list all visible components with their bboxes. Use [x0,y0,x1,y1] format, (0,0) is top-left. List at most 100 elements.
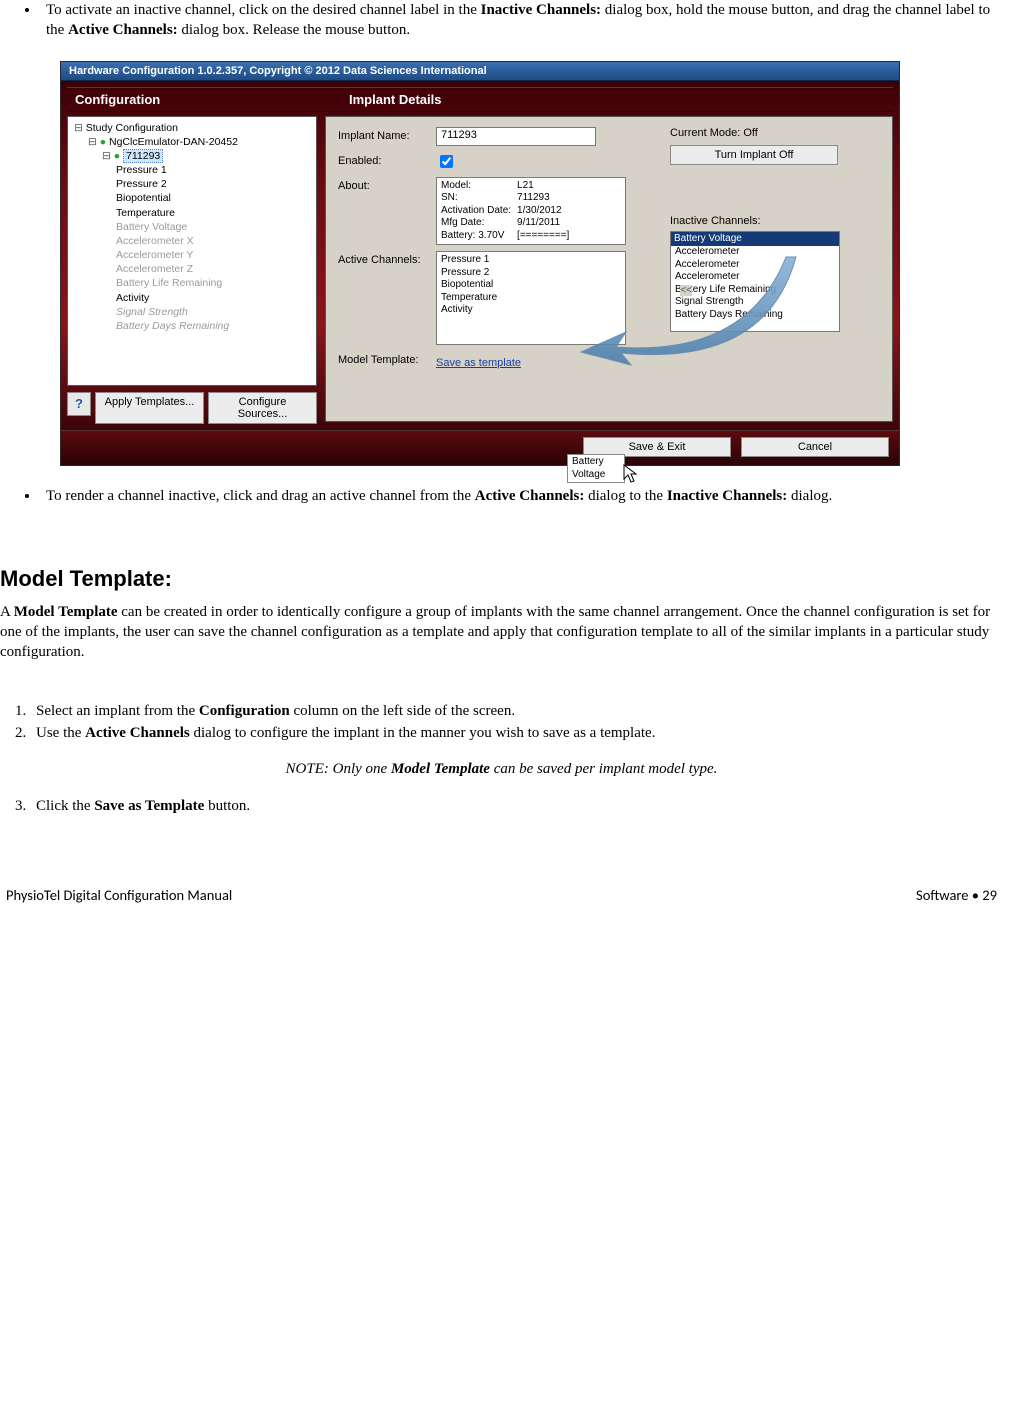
text-bold: Inactive Channels: [667,488,787,504]
tree-root: Study Configuration [86,122,178,134]
text: dialog. [787,488,832,504]
save-as-template-link[interactable]: Save as template [436,357,521,369]
text-bold: Active Channels [85,725,190,741]
text: dialog to configure the implant in the m… [190,725,656,741]
text: button. [204,798,250,814]
step-3: Click the Save as Template button. [30,796,1003,816]
text-bold: Configuration [199,703,290,719]
about-val: 1/30/2012 [517,205,575,218]
list-item[interactable]: Accelerometer [675,259,835,272]
text-bold: Save as Template [94,798,204,814]
about-val: 9/11/2011 [517,217,575,230]
text: NOTE: Only one [286,761,391,777]
list-item[interactable]: Battery Days Remaining [675,309,835,322]
list-item[interactable]: Battery Life Remaining [675,284,835,297]
drag-ghost-item: Battery Voltage [567,454,625,483]
tree-item-readonly[interactable]: Signal Strength [116,305,310,319]
text-bold: Model Template [391,761,490,777]
tree-item[interactable]: Pressure 2 [116,177,310,191]
text: Select an implant from the [36,703,199,719]
about-key: Activation Date: [441,205,517,218]
inactive-channels-listbox[interactable]: Battery Voltage Accelerometer Accelerome… [670,231,840,332]
text-bold: Active Channels: [475,488,585,504]
current-mode-label: Current Mode: Off [670,127,880,139]
text: dialog box. Release the mouse button. [178,22,410,38]
about-key: Mfg Date: [441,217,517,230]
status-dot-icon: ● [114,150,120,162]
page-footer: PhysioTel Digital Configuration Manual S… [0,826,1003,914]
bullet-list-bottom: To render a channel inactive, click and … [40,486,1003,506]
tree-item-readonly[interactable]: Battery Days Remaining [116,319,310,333]
bullet-activate: To activate an inactive channel, click o… [40,0,1003,41]
label-inactive-channels: Inactive Channels: [670,215,880,227]
tree-item[interactable]: Pressure 1 [116,163,310,177]
label-implant-name: Implant Name: [338,127,428,142]
list-item[interactable]: Biopotential [441,279,621,292]
tree-item-disabled[interactable]: Accelerometer Z [116,262,310,276]
apply-templates-button[interactable]: Apply Templates... [95,392,204,424]
tree-item-disabled[interactable]: Battery Life Remaining [116,276,310,290]
text: To activate an inactive channel, click o… [46,2,481,18]
tree-emulator[interactable]: NgClcEmulator-DAN-20452 [109,136,238,148]
tree-item[interactable]: Activity [116,291,310,305]
hardware-config-window: Hardware Configuration 1.0.2.357, Copyri… [60,61,900,466]
text: To render a channel inactive, click and … [46,488,475,504]
implant-details-panel: Implant Name: 711293 Enabled: About: [325,116,893,422]
tree-item-disabled[interactable]: Accelerometer X [116,234,310,248]
cursor-icon [623,464,639,484]
list-item-selected[interactable]: Battery Voltage [671,232,839,247]
tree-item[interactable]: Temperature [116,206,310,220]
implant-name-input[interactable]: 711293 [436,127,596,146]
text-bold: Model Template [14,604,118,620]
text: Use the [36,725,85,741]
cancel-button[interactable]: Cancel [741,437,889,457]
text-bold: Active Channels: [68,22,178,38]
window-titlebar: Hardware Configuration 1.0.2.357, Copyri… [61,62,899,81]
tree-item[interactable]: Biopotential [116,191,310,205]
move-left-icon[interactable]: << [680,285,692,296]
label-enabled: Enabled: [338,152,428,167]
configure-sources-button[interactable]: Configure Sources... [208,392,317,424]
about-key: Battery: 3.70V [441,230,517,243]
heading-model-template: Model Template: [0,566,1003,592]
footer-right: Software • 29 [916,886,997,904]
list-item[interactable]: Accelerometer [675,271,835,284]
tree-implant-selected[interactable]: 711293 [123,149,163,163]
model-template-paragraph: A Model Template can be created in order… [0,602,1003,663]
about-val: [========] [517,230,575,243]
label-about: About: [338,177,428,192]
configuration-tree[interactable]: Study Configuration ● NgClcEmulator-DAN-… [67,116,317,386]
about-val: L21 [517,180,575,193]
step-2: Use the Active Channels dialog to config… [30,723,1003,743]
text: can be saved per implant model type. [490,761,717,777]
list-item[interactable]: Temperature [441,292,621,305]
bullet-list-top: To activate an inactive channel, click o… [40,0,1003,41]
screenshot-hardware-config: Hardware Configuration 1.0.2.357, Copyri… [60,61,900,466]
list-item[interactable]: Accelerometer [675,246,835,259]
note-single-template: NOTE: Only one Model Template can be sav… [0,761,1003,778]
tree-item-disabled[interactable]: Accelerometer Y [116,248,310,262]
help-icon[interactable]: ? [67,392,91,416]
header-configuration: Configuration [67,88,341,111]
list-item[interactable]: Activity [441,304,621,317]
turn-implant-off-button[interactable]: Turn Implant Off [670,145,838,165]
list-item[interactable]: Pressure 1 [441,254,621,267]
about-key: Model: [441,180,517,193]
label-active-channels: Active Channels: [338,251,428,266]
status-dot-icon: ● [100,136,106,148]
about-val: 711293 [517,192,575,205]
about-box: Model:L21 SN:711293 Activation Date:1/30… [436,177,626,246]
list-item[interactable]: Signal Strength [675,296,835,309]
active-channels-listbox[interactable]: Pressure 1 Pressure 2 Biopotential Tempe… [436,251,626,345]
column-headers: Configuration Implant Details [67,87,893,112]
list-item[interactable]: Pressure 2 [441,267,621,280]
step-1: Select an implant from the Configuration… [30,701,1003,721]
steps-list-continued: Click the Save as Template button. [30,796,1003,816]
text: can be created in order to identically c… [0,604,990,661]
tree-item-disabled[interactable]: Battery Voltage [116,220,310,234]
text: column on the left side of the screen. [290,703,515,719]
header-implant-details: Implant Details [341,88,449,111]
text: dialog to the [584,488,667,504]
enabled-checkbox[interactable] [440,155,453,168]
bullet-inactivate: To render a channel inactive, click and … [40,486,1003,506]
